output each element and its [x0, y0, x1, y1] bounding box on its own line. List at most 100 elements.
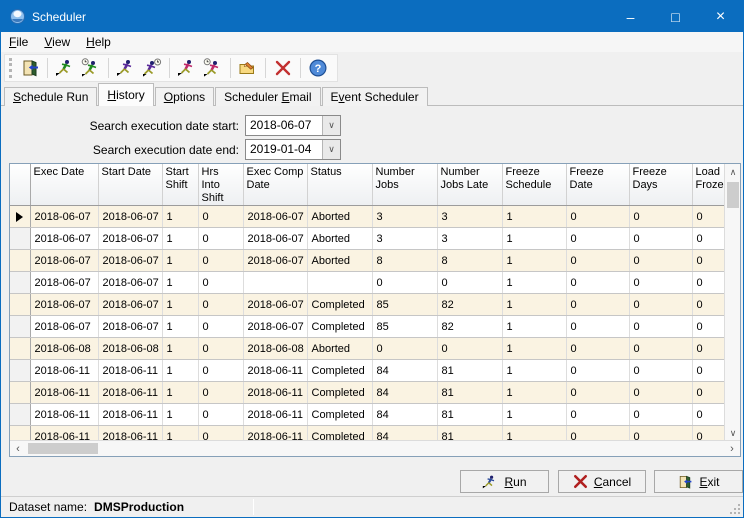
cell: 1 [162, 316, 198, 338]
run-red-icon[interactable] [175, 56, 199, 80]
maximize-button[interactable]: □ [653, 1, 698, 32]
row-selector[interactable] [10, 294, 30, 316]
row-selector[interactable] [10, 272, 30, 294]
column-header[interactable]: Number Jobs Late [437, 164, 502, 206]
svg-text:?: ? [315, 63, 322, 75]
cell: 0 [372, 338, 437, 360]
edit-folder-icon[interactable] [236, 56, 260, 80]
toolbar-grip[interactable] [9, 58, 12, 78]
scroll-left-button[interactable]: ‹ [10, 441, 26, 456]
table-row[interactable]: 2018-06-112018-06-11102018-06-11Complete… [10, 382, 725, 404]
cancel-x-icon[interactable] [271, 56, 295, 80]
scroll-right-button[interactable]: › [724, 441, 740, 456]
row-selector[interactable] [10, 382, 30, 404]
row-selector[interactable] [10, 206, 30, 228]
column-header[interactable]: Exec Date [30, 164, 98, 206]
horizontal-scrollbar[interactable]: ‹ › [10, 440, 740, 456]
minimize-button[interactable]: – [608, 1, 653, 32]
cell: 0 [692, 294, 725, 316]
cancel-button[interactable]: Cancel [558, 470, 646, 493]
run-green-clock-icon[interactable] [79, 56, 103, 80]
run-red-clock-icon[interactable] [201, 56, 225, 80]
table-row[interactable]: 2018-06-072018-06-07102018-06-07Complete… [10, 316, 725, 338]
horizontal-scroll-thumb[interactable] [28, 443, 98, 454]
column-header[interactable]: Number Jobs [372, 164, 437, 206]
run-purple-clock-icon[interactable] [140, 56, 164, 80]
search-end-dropdown-button[interactable]: ∨ [322, 140, 340, 159]
cell: 0 [629, 228, 692, 250]
exit-door-icon [677, 474, 693, 490]
column-header[interactable]: Status [307, 164, 372, 206]
row-selector[interactable] [10, 338, 30, 360]
cell: 82 [437, 294, 502, 316]
cell: 0 [629, 250, 692, 272]
table-row[interactable]: 2018-06-072018-06-07102018-06-07Aborted8… [10, 250, 725, 272]
row-selector[interactable] [10, 404, 30, 426]
search-start-dropdown-button[interactable]: ∨ [322, 116, 340, 135]
cell: 2018-06-07 [243, 228, 307, 250]
vertical-scroll-thumb[interactable] [727, 182, 739, 208]
exit-door-icon[interactable] [18, 56, 42, 80]
column-header[interactable]: Exec Comp Date [243, 164, 307, 206]
column-header[interactable]: Start Shift [162, 164, 198, 206]
tab-schedule-run[interactable]: Schedule Run [4, 87, 97, 106]
row-selector[interactable] [10, 316, 30, 338]
row-selector[interactable] [10, 228, 30, 250]
column-header[interactable]: Hrs Into Shift [198, 164, 243, 206]
scroll-up-button[interactable]: ∧ [725, 164, 741, 180]
table-row[interactable]: 2018-06-072018-06-07102018-06-07Complete… [10, 294, 725, 316]
close-button[interactable]: × [698, 1, 743, 32]
menu-help[interactable]: Help [78, 33, 119, 51]
resize-grip-icon[interactable] [729, 503, 741, 515]
cell: 0 [198, 360, 243, 382]
vertical-scrollbar[interactable]: ∧ ∨ [724, 164, 740, 441]
menu-file[interactable]: File [1, 33, 36, 51]
scroll-down-button[interactable]: ∨ [725, 425, 741, 441]
tab-event-scheduler[interactable]: Event Scheduler [322, 87, 428, 106]
cell: 2018-06-11 [98, 360, 162, 382]
tab-options[interactable]: Options [155, 87, 214, 106]
exit-button[interactable]: Exit [654, 470, 743, 493]
run-purple-icon[interactable] [114, 56, 138, 80]
cell: 2018-06-11 [30, 382, 98, 404]
tab-scheduler-email[interactable]: Scheduler Email [215, 87, 320, 106]
titlebar[interactable]: Scheduler – □ × [1, 1, 743, 32]
run-button[interactable]: Run [460, 470, 549, 493]
cell: 0 [566, 360, 629, 382]
column-header[interactable]: Freeze Schedule [502, 164, 566, 206]
cell: 0 [566, 316, 629, 338]
dataset-name-value: DMSProduction [94, 500, 184, 514]
cell: 0 [629, 316, 692, 338]
table-row[interactable]: 2018-06-072018-06-07102018-06-07Aborted3… [10, 206, 725, 228]
column-header[interactable]: Start Date [98, 164, 162, 206]
table-row[interactable]: 2018-06-082018-06-08102018-06-08Aborted0… [10, 338, 725, 360]
column-header[interactable]: Freeze Days [629, 164, 692, 206]
cell: 0 [198, 382, 243, 404]
cell: 2018-06-11 [243, 360, 307, 382]
row-selector[interactable] [10, 360, 30, 382]
table-row[interactable]: 2018-06-112018-06-11102018-06-11Complete… [10, 404, 725, 426]
toolband: ? [4, 54, 338, 82]
cell: 0 [372, 272, 437, 294]
cell: 3 [372, 206, 437, 228]
cell: 0 [566, 250, 629, 272]
row-selector[interactable] [10, 250, 30, 272]
minimize-icon: – [627, 9, 635, 25]
cell: Aborted [307, 206, 372, 228]
cell: 0 [692, 316, 725, 338]
table-row[interactable]: 2018-06-072018-06-07102018-06-07Aborted3… [10, 228, 725, 250]
menu-view[interactable]: View [36, 33, 78, 51]
cell: 81 [437, 382, 502, 404]
column-header[interactable]: Load Froze [692, 164, 725, 206]
search-start-combo[interactable]: 2018-06-07 ∨ [245, 115, 341, 136]
column-header[interactable]: Freeze Date [566, 164, 629, 206]
table-row[interactable]: 2018-06-072018-06-0710001000 [10, 272, 725, 294]
help-icon[interactable]: ? [306, 56, 330, 80]
exit-button-label: Exit [699, 475, 719, 489]
search-end-combo[interactable]: 2019-01-04 ∨ [245, 139, 341, 160]
tab-history[interactable]: History [98, 83, 153, 106]
table-row[interactable]: 2018-06-112018-06-11102018-06-11Complete… [10, 360, 725, 382]
cell: 1 [162, 294, 198, 316]
cell: 2018-06-07 [98, 294, 162, 316]
run-green-icon[interactable] [53, 56, 77, 80]
